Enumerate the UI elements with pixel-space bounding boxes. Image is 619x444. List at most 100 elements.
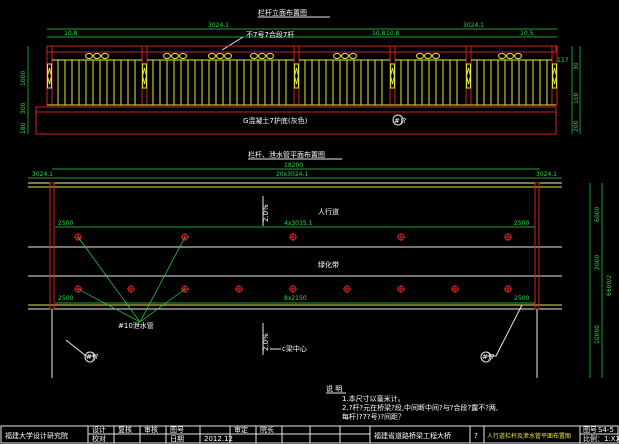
plan-edge-dim-3: 2500 [58, 295, 73, 302]
elevation-right-small: 117 [557, 57, 569, 64]
elevation-ornament-ring [514, 52, 522, 60]
elevation-ornament-ring [93, 52, 101, 60]
elevation-dim-top-1: 3024.1 [208, 22, 229, 29]
elevation-ornament-ring [250, 52, 258, 60]
plan-row2-dim: 8x2150 [284, 295, 307, 302]
title-block-cell-4: 校对 [92, 434, 106, 443]
title-block-sheet-code: S4-5 [598, 426, 614, 434]
title-block-sheet-no: 图号 [583, 426, 597, 434]
plan-title: 栏杆、泄水管平面布置图 [248, 150, 325, 159]
title-block-cell-9: 院长 [260, 425, 274, 434]
elevation-ornament-ring [266, 52, 274, 60]
elevation-ornaments [85, 52, 522, 60]
elevation-post-panel [142, 63, 147, 89]
elevation-ornament-ring [258, 52, 266, 60]
elevation-ornament-ring [171, 52, 179, 60]
elevation-callout: #)? [394, 117, 407, 125]
title-block-cell-1: 设计 [92, 425, 106, 434]
elevation-ornament-ring [179, 52, 187, 60]
elevation-ornament-ring [216, 52, 224, 60]
elevation-ornament-ring [163, 52, 171, 60]
elevation-post-diamond [293, 67, 300, 85]
plan-right-dim-1: 6000 [594, 207, 601, 222]
notes-heading: 说 明 [326, 384, 342, 393]
elevation-post-diamond [141, 67, 148, 85]
title-block-cell-8: 审定 [234, 425, 248, 434]
elevation-post-diamond [551, 67, 558, 85]
elevation-ornament-ring [208, 52, 216, 60]
elevation-leader-note: 不7号7合段7杆 [246, 30, 294, 39]
elevation-dim-top-left: 10.8 [64, 30, 78, 37]
elevation-right-dim-3: 200 [573, 120, 580, 132]
plan-span-dim: 20x3024.1 [276, 171, 308, 178]
title-block-project: 福建省道路桥梁工程大桥 [374, 431, 451, 440]
elevation-dim-top-right: 10.5 [520, 30, 534, 37]
title-block-mark: ? [474, 432, 478, 440]
elevation-ornament-ring [224, 52, 232, 60]
elevation-ornament-ring [498, 52, 506, 60]
elevation-ornament-ring [341, 52, 349, 60]
plan-drain-pipes-row2 [74, 285, 512, 293]
elevation-ornament-ring [333, 52, 341, 60]
plan-row1-dim: 4x3035.1 [284, 220, 313, 227]
notes-line-2: 2.?杆?元在桥梁?段,中间断中间?与?合段?露不?两, [342, 403, 498, 412]
elevation-post-panel [390, 63, 395, 89]
plan-green-label: 绿化带 [318, 260, 339, 269]
elevation-ornament-ring [506, 52, 514, 60]
plan-drain-pipes-row1 [74, 233, 512, 241]
elevation-ornament-ring [349, 52, 357, 60]
plan-right-dim-3: 6600/2 [606, 275, 613, 296]
plan-pipe-label: #10泄水管 [118, 321, 154, 330]
plan-end-dim-right: 3024.1 [536, 171, 557, 178]
elevation-post-panel [294, 63, 299, 89]
cad-drawing: 栏杆立面布置图 3024.1 3024.1 10.8 10.8 10.8 10.… [0, 8, 619, 444]
notes: 说 明 1.本尺寸以毫米计。 2.?杆?元在桥梁?段,中间断中间?与?合段?露不… [326, 384, 498, 421]
elevation-posts [46, 45, 558, 106]
title-block-cell-7: 2012.12 [204, 435, 233, 443]
plan-edge-dim-2: 2500 [514, 220, 529, 227]
title-block-cell-2: 复核 [118, 425, 132, 434]
title-block-sheet-title: 人行道栏杆及泄水管平面布置图 [487, 432, 571, 440]
elevation-leader-line [221, 36, 244, 51]
elevation-left-dim-3: 180 [20, 122, 27, 134]
elevation-post-panel [552, 63, 557, 89]
plan-view: 栏杆、泄水管平面布置图 18200 20x3024.1 3024.1 3024.… [28, 150, 613, 378]
plan-end-dim-left: 3024.1 [32, 171, 53, 178]
elevation-ornament-ring [424, 52, 432, 60]
notes-line-3: 每杆)?7?号)?间距？ [342, 412, 405, 421]
elevation-top-rail [46, 45, 557, 53]
elevation-left-dim-2: 300 [20, 102, 27, 114]
elevation-post-diamond [465, 67, 472, 85]
elevation-dim-top-mid-a: 10.8 [372, 30, 386, 37]
plan-callout-left: #)? [86, 353, 99, 361]
plan-right-dim-2: 2000 [594, 255, 601, 270]
elevation-title: 栏杆立面布置图 [258, 8, 307, 17]
title-block-scale: 比例：1:XX [583, 434, 619, 443]
plan-callout-right: #)? [482, 353, 495, 361]
plan-edge-dim-4: 2500 [514, 295, 529, 302]
elevation-balusters [52, 59, 552, 105]
title-block-org: 福建大学设计研究院 [5, 431, 68, 440]
elevation-right-dim-2: 100 [573, 92, 580, 104]
elevation-post-diamond [46, 67, 53, 85]
plan-sidewalk-label: 人行道 [318, 207, 339, 216]
elevation-view: 栏杆立面布置图 3024.1 3024.1 10.8 10.8 10.8 10.… [20, 8, 581, 135]
plan-end-bar-right [534, 182, 540, 310]
plan-callout-right-leader [486, 304, 523, 357]
elevation-ornament-ring [85, 52, 93, 60]
elevation-ornament-ring [432, 52, 440, 60]
elevation-right-dim-1: 30 [573, 62, 580, 70]
notes-line-1: 1.本尺寸以毫米计。 [342, 394, 405, 403]
elevation-base-label: G混凝土7护底(灰色) [243, 116, 308, 125]
plan-center-label: c梁中心 [282, 344, 307, 353]
title-block-cell-6: 日期 [170, 435, 184, 443]
title-block-cell-5: 图号 [170, 426, 184, 434]
elevation-post-panel [466, 63, 471, 89]
elevation-left-dim-1: 1000 [20, 71, 27, 86]
title-block-cell-3: 审核 [144, 425, 158, 434]
title-block: 福建大学设计研究院 设计 复核 审核 校对 图号 日期 2012.12 审定 院… [0, 425, 619, 444]
elevation-dim-top-mid-b: 10.8 [386, 30, 400, 37]
plan-right-dim-4: 10000 [594, 325, 601, 344]
elevation-ornament-ring [416, 52, 424, 60]
elevation-ornament-ring [101, 52, 109, 60]
